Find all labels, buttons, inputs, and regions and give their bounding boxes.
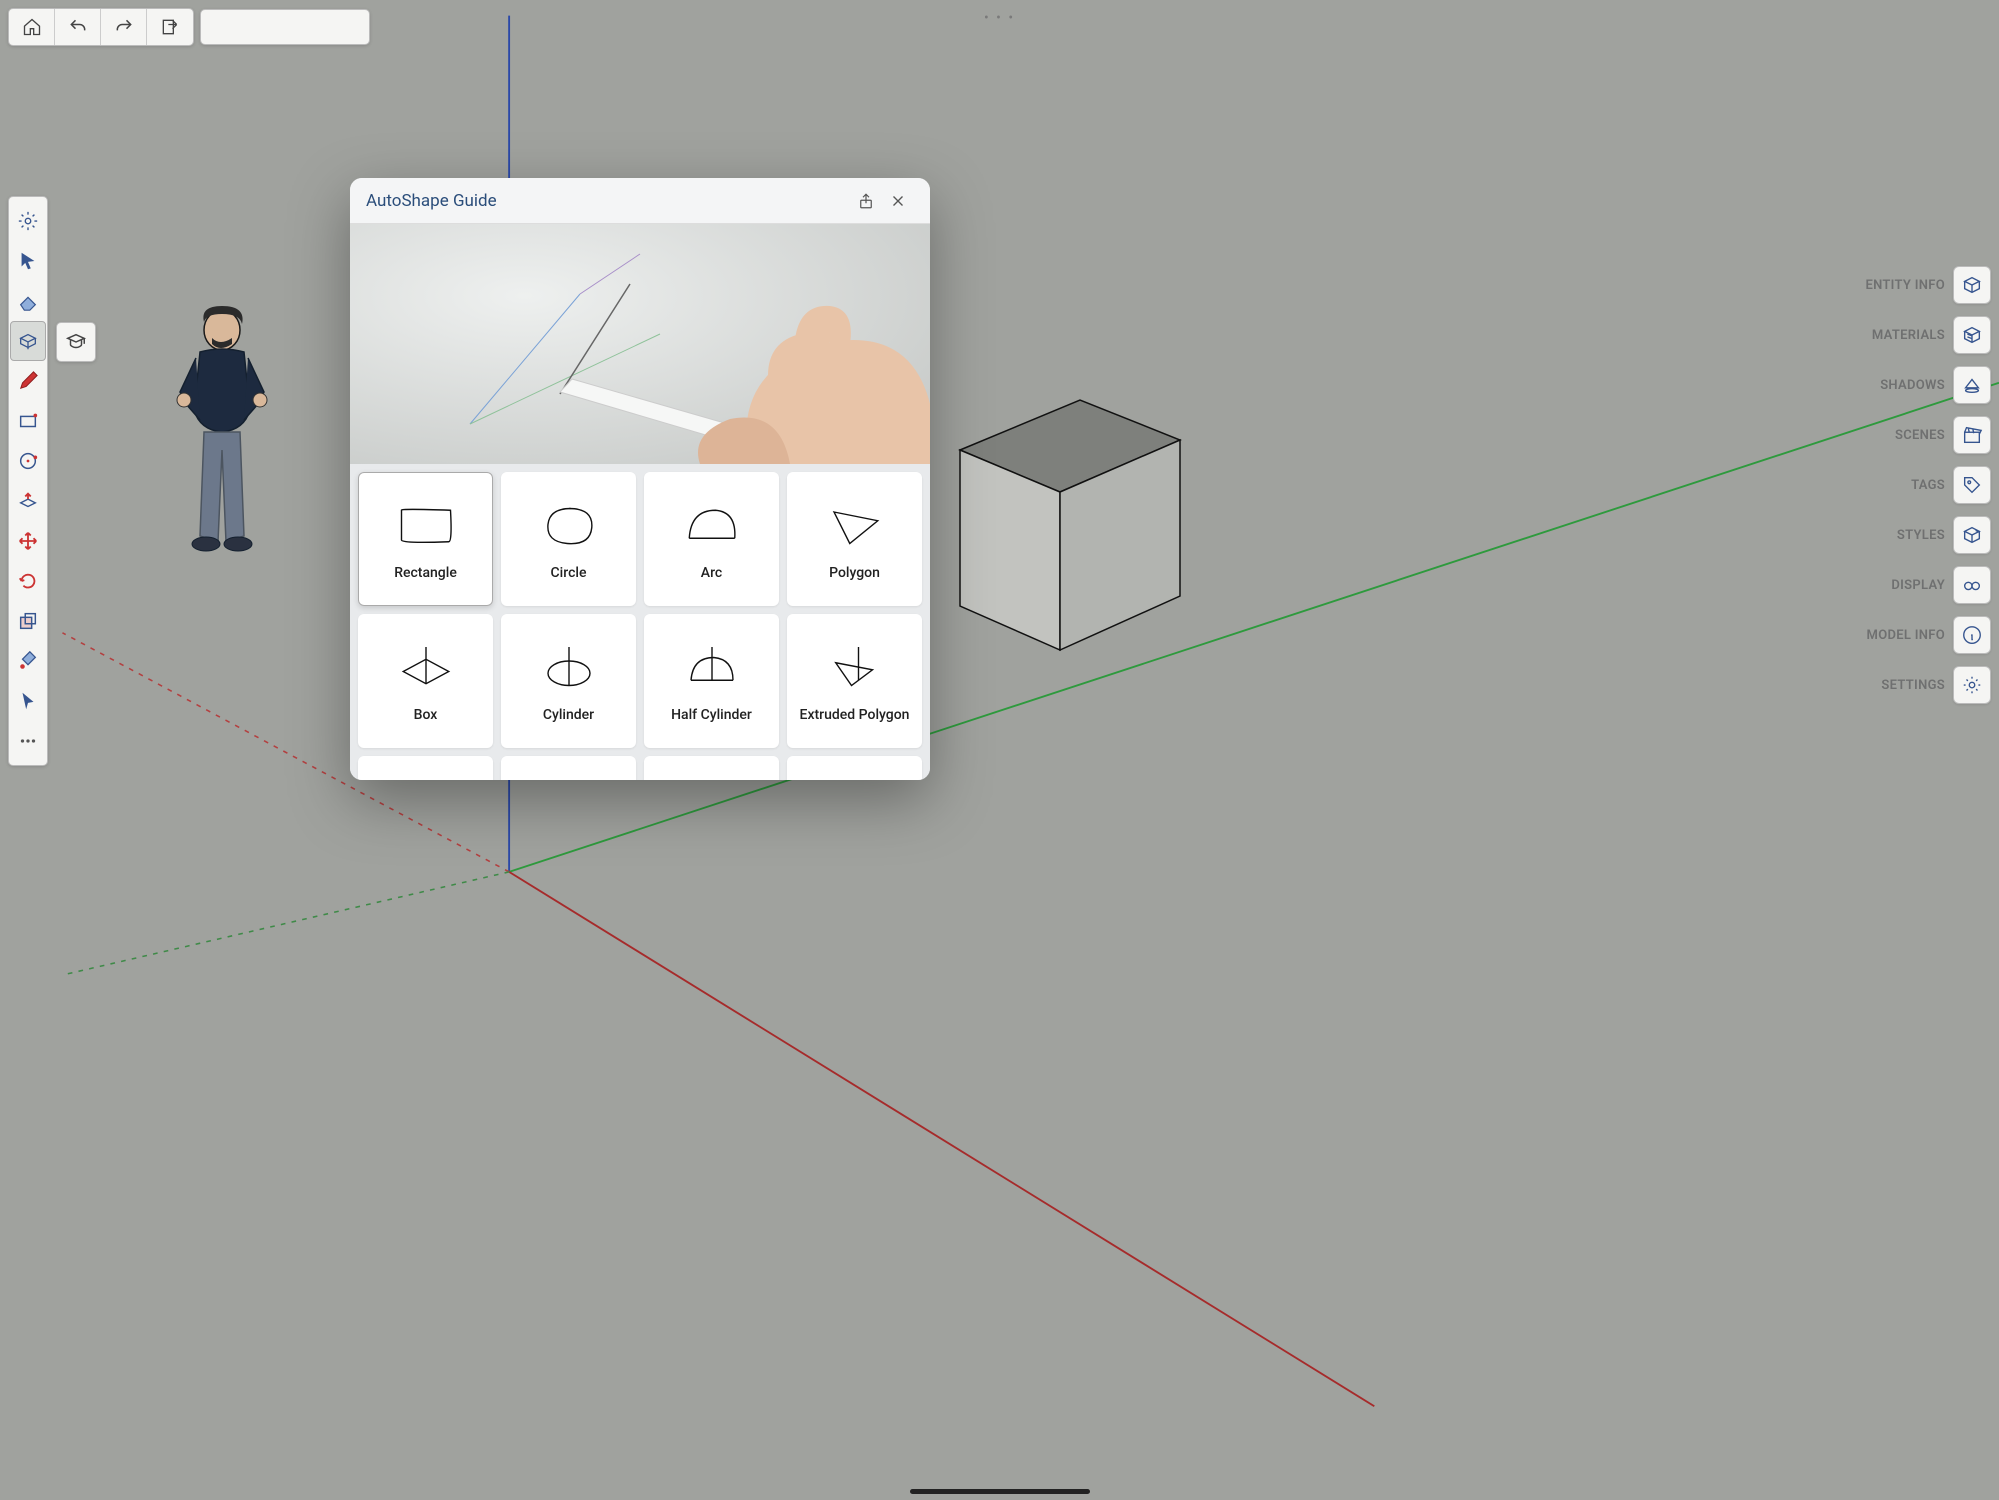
shape-label: Circle bbox=[551, 565, 587, 581]
panel-settings[interactable]: SETTINGS bbox=[1865, 666, 1991, 704]
tool-circle[interactable] bbox=[10, 441, 46, 481]
tool-pointer[interactable] bbox=[10, 681, 46, 721]
undo-button[interactable] bbox=[55, 9, 101, 45]
info-icon bbox=[1953, 616, 1991, 654]
shape-row3-3[interactable] bbox=[644, 756, 779, 780]
viewport-3d[interactable] bbox=[0, 0, 1999, 1500]
autoshape-guide-modal: AutoShape Guide bbox=[350, 178, 930, 780]
clapboard-icon bbox=[1953, 416, 1991, 454]
shape-grid: Rectangle Circle Arc Polygon Box Cylinde… bbox=[350, 464, 930, 780]
panel-label: MATERIALS bbox=[1872, 328, 1945, 343]
share-button[interactable] bbox=[850, 185, 882, 217]
panel-scenes[interactable]: SCENES bbox=[1865, 416, 1991, 454]
shape-polygon[interactable]: Polygon bbox=[787, 472, 922, 606]
gear-icon bbox=[1953, 666, 1991, 704]
panel-label: STYLES bbox=[1897, 528, 1945, 543]
tool-rectangle[interactable] bbox=[10, 401, 46, 441]
panel-display[interactable]: DISPLAY bbox=[1865, 566, 1991, 604]
panel-label: DISPLAY bbox=[1891, 578, 1945, 593]
tool-scale[interactable] bbox=[10, 601, 46, 641]
shape-half-cylinder[interactable]: Half Cylinder bbox=[644, 614, 779, 748]
shape-rectangle[interactable]: Rectangle bbox=[358, 472, 493, 606]
panel-label: SETTINGS bbox=[1881, 678, 1945, 693]
tool-pushpull[interactable] bbox=[10, 481, 46, 521]
top-drag-handle-icon: • • • bbox=[984, 10, 1015, 26]
cube-style-icon bbox=[1953, 516, 1991, 554]
panel-materials[interactable]: MATERIALS bbox=[1865, 316, 1991, 354]
inspector-panels: ENTITY INFO MATERIALS SHADOWS SCENES TAG… bbox=[1865, 266, 1991, 704]
home-button[interactable] bbox=[9, 9, 55, 45]
tool-palette bbox=[8, 196, 48, 766]
panel-label: TAGS bbox=[1911, 478, 1945, 493]
shape-extruded-polygon[interactable]: Extruded Polygon bbox=[787, 614, 922, 748]
panel-label: SHADOWS bbox=[1880, 378, 1945, 393]
tool-rotate[interactable] bbox=[10, 561, 46, 601]
shape-box[interactable]: Box bbox=[358, 614, 493, 748]
tool-autoshape[interactable] bbox=[10, 321, 46, 361]
shape-row3-1[interactable] bbox=[358, 756, 493, 780]
shape-row3-2[interactable] bbox=[501, 756, 636, 780]
shape-label: Polygon bbox=[829, 565, 880, 581]
shape-arc[interactable]: Arc bbox=[644, 472, 779, 606]
tool-select[interactable] bbox=[10, 241, 46, 281]
shape-label: Rectangle bbox=[394, 565, 457, 581]
shape-label: Extruded Polygon bbox=[800, 707, 910, 723]
cube-info-icon bbox=[1953, 266, 1991, 304]
tool-settings[interactable] bbox=[10, 201, 46, 241]
panel-tags[interactable]: TAGS bbox=[1865, 466, 1991, 504]
tag-icon bbox=[1953, 466, 1991, 504]
redo-button[interactable] bbox=[101, 9, 147, 45]
panel-model-info[interactable]: MODEL INFO bbox=[1865, 616, 1991, 654]
hero-illustration bbox=[350, 224, 930, 464]
home-indicator bbox=[910, 1489, 1090, 1494]
shape-label: Cylinder bbox=[543, 707, 594, 723]
search-box[interactable] bbox=[200, 9, 370, 45]
panel-label: ENTITY INFO bbox=[1865, 278, 1945, 293]
tool-eraser[interactable] bbox=[10, 281, 46, 321]
tool-move[interactable] bbox=[10, 521, 46, 561]
scale-figure bbox=[160, 300, 280, 560]
modal-header: AutoShape Guide bbox=[350, 178, 930, 224]
shape-label: Half Cylinder bbox=[671, 707, 752, 723]
export-button[interactable] bbox=[147, 9, 193, 45]
panel-styles[interactable]: STYLES bbox=[1865, 516, 1991, 554]
learn-flyout-button[interactable] bbox=[56, 322, 96, 362]
close-button[interactable] bbox=[882, 185, 914, 217]
modal-title: AutoShape Guide bbox=[366, 191, 850, 211]
shape-row3-4[interactable] bbox=[787, 756, 922, 780]
panel-shadows[interactable]: SHADOWS bbox=[1865, 366, 1991, 404]
tool-more[interactable] bbox=[10, 721, 46, 761]
glasses-icon bbox=[1953, 566, 1991, 604]
panel-entity-info[interactable]: ENTITY INFO bbox=[1865, 266, 1991, 304]
shape-circle[interactable]: Circle bbox=[501, 472, 636, 606]
panel-label: MODEL INFO bbox=[1867, 628, 1945, 643]
tool-paint[interactable] bbox=[10, 641, 46, 681]
shape-label: Arc bbox=[701, 565, 722, 581]
model-cube bbox=[930, 380, 1190, 660]
shadows-icon bbox=[1953, 366, 1991, 404]
cube-textured-icon bbox=[1953, 316, 1991, 354]
shape-cylinder[interactable]: Cylinder bbox=[501, 614, 636, 748]
top-toolbar bbox=[8, 8, 194, 46]
shape-label: Box bbox=[414, 707, 438, 723]
tool-pencil[interactable] bbox=[10, 361, 46, 401]
panel-label: SCENES bbox=[1895, 428, 1945, 443]
